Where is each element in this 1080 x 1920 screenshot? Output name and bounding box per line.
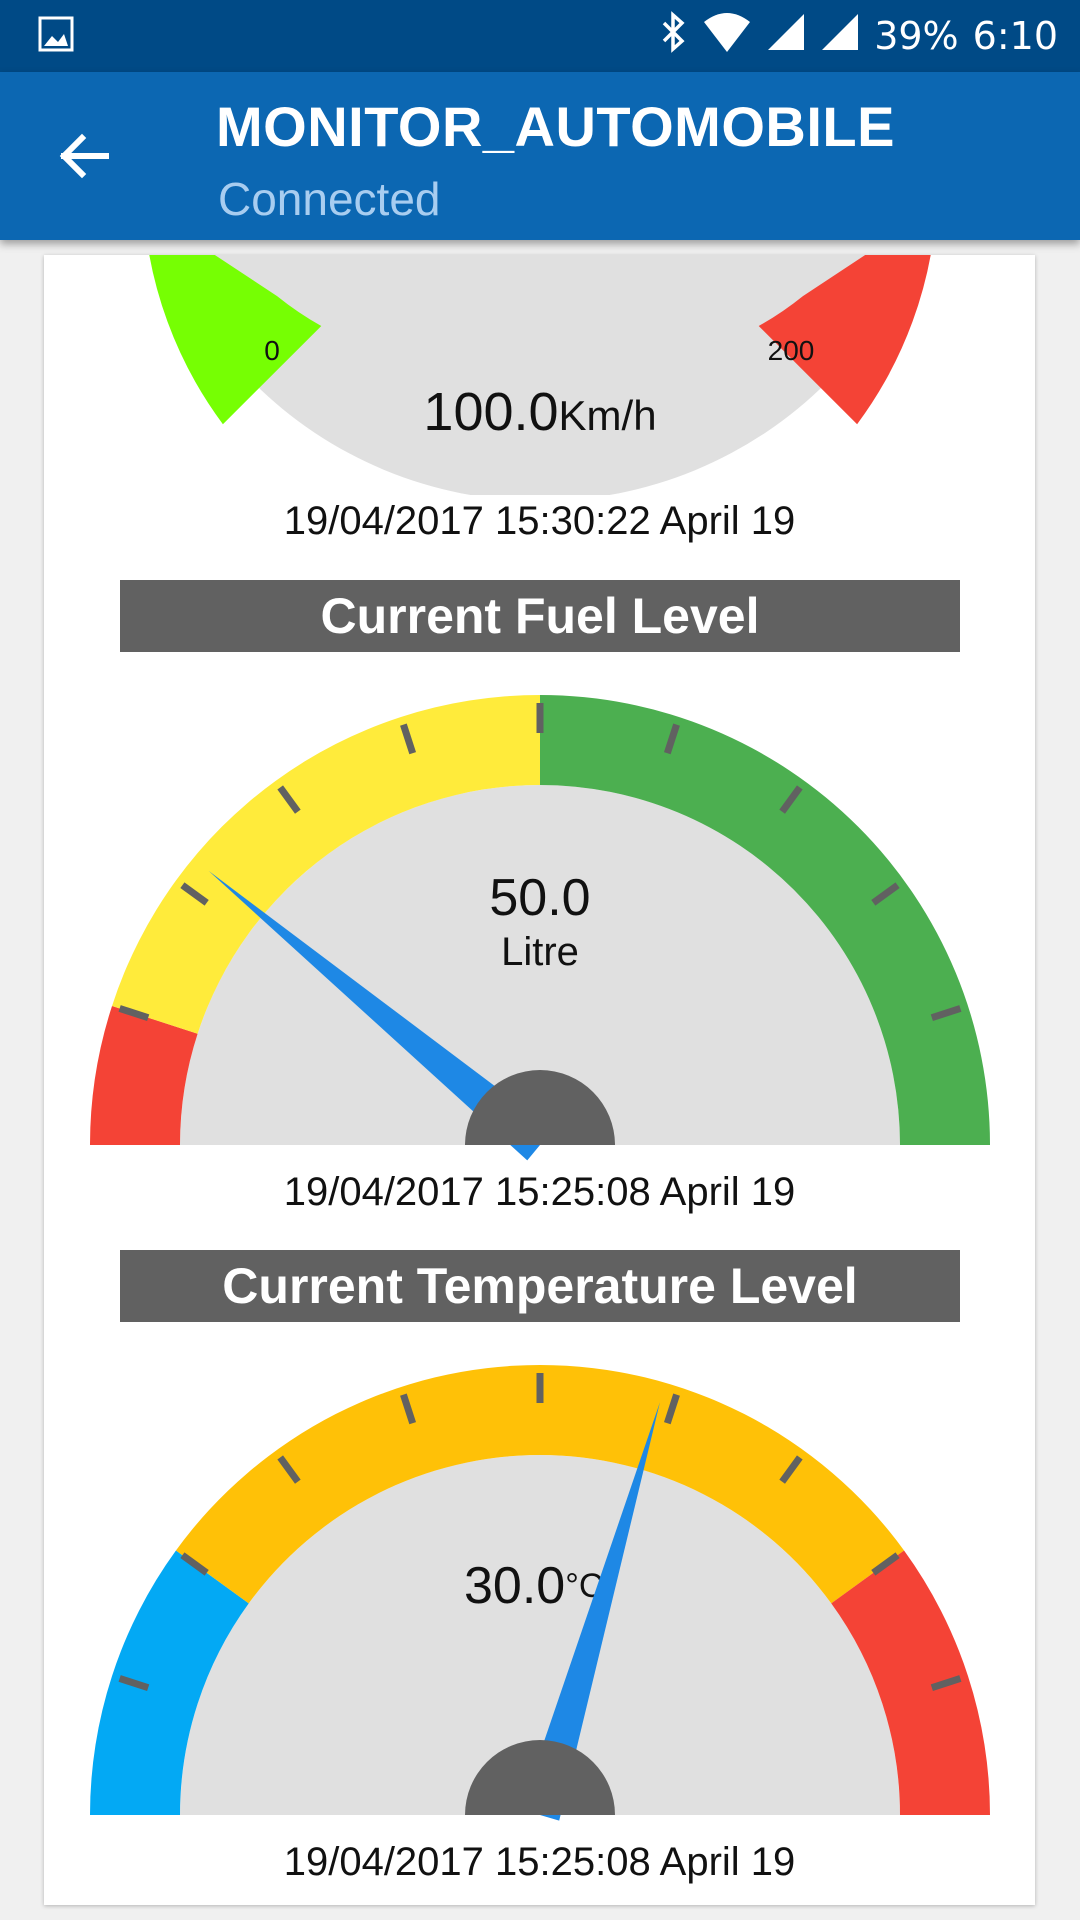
cell-signal-icon	[766, 12, 806, 61]
speed-max-label: 200	[768, 335, 815, 366]
temperature-section-header: Current Temperature Level	[120, 1250, 960, 1322]
fuel-section-header: Current Fuel Level	[120, 580, 960, 652]
connection-status: Connected	[218, 173, 441, 225]
cell-signal-icon-2	[820, 12, 860, 61]
app-bar: MONITOR_AUTOMOBILE Connected	[0, 72, 1080, 240]
battery-percent: 39%	[874, 14, 959, 58]
back-button[interactable]	[44, 116, 124, 196]
fuel-timestamp: 19/04/2017 15:25:08 April 19	[283, 1170, 796, 1214]
speed-min-label: 0	[264, 335, 280, 366]
gauges-card: 0 200 100.0Km/h 19/04/2017 15:30:22 Apri…	[44, 255, 1035, 1905]
status-bar: 39% 6:10	[0, 0, 1080, 72]
wifi-icon	[702, 12, 752, 61]
speed-unit: Km/h	[559, 392, 657, 439]
speed-timestamp: 19/04/2017 15:30:22 April 19	[283, 499, 796, 543]
fuel-gauge: 50.0Litre	[90, 695, 990, 1161]
speed-value: 100.0	[423, 382, 558, 442]
bluetooth-icon	[658, 10, 688, 62]
page-title: MONITOR_AUTOMOBILE	[216, 95, 895, 158]
temperature-timestamp: 19/04/2017 15:25:08 April 19	[283, 1840, 796, 1884]
gallery-icon	[38, 16, 74, 57]
temperature-gauge: 30.0°C	[90, 1365, 990, 1821]
fuel-unit: Litre	[501, 930, 579, 974]
fuel-value: 50.0	[489, 869, 590, 927]
arrow-left-icon	[59, 133, 109, 179]
speed-gauge: 0 200 100.0Km/h	[149, 255, 931, 495]
clock: 6:10	[972, 14, 1058, 58]
